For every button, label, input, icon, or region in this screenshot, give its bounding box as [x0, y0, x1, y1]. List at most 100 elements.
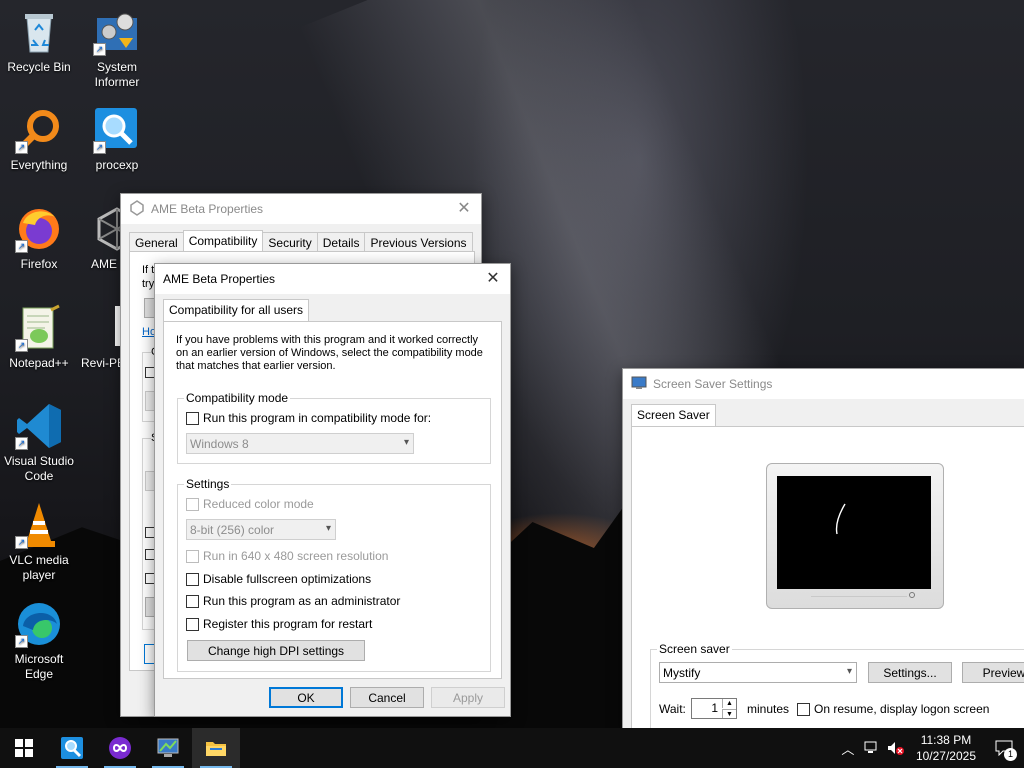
- stepper-up-icon[interactable]: ▲: [722, 699, 736, 708]
- desktop-icon-system-informer[interactable]: ↗ System Informer: [79, 8, 155, 90]
- screen-saver-group: Screen saver Mystify ▾ Settings... Previ…: [650, 642, 1024, 728]
- screen-saver-group-title: Screen saver: [657, 642, 732, 656]
- ok-button[interactable]: OK: [269, 687, 343, 708]
- close-icon[interactable]: ✕: [453, 198, 475, 220]
- screen-saver-window[interactable]: Screen Saver Settings Screen Saver Scree…: [622, 368, 1024, 728]
- notification-count-badge: 1: [1004, 748, 1017, 761]
- compat-mode-checkbox-label: Run this program in compatibility mode f…: [203, 411, 432, 425]
- recycle-bin-icon: [15, 8, 63, 56]
- change-dpi-button[interactable]: Change high DPI settings: [187, 640, 365, 661]
- desktop-icon-label: System Informer: [94, 60, 140, 89]
- screen-saver-titlebar[interactable]: Screen Saver Settings: [623, 369, 1024, 399]
- desktop-icon-label: Firefox: [20, 257, 58, 271]
- reduced-color-checkbox[interactable]: [186, 497, 199, 511]
- run-admin-row[interactable]: Run this program as an administrator: [186, 594, 400, 608]
- compat-mode-select-value: Windows 8: [190, 436, 249, 451]
- desktop-icon-label: VLC media player: [9, 553, 69, 582]
- reduced-color-row[interactable]: Reduced color mode: [186, 497, 314, 511]
- taskbar: ︿ 11:38 PM 10/27/2025 1: [0, 728, 1024, 768]
- compat-mode-checkbox[interactable]: [186, 411, 199, 425]
- run-admin-label: Run this program as an administrator: [203, 594, 401, 608]
- desktop-icon-label: Recycle Bin: [7, 60, 71, 74]
- screen-saver-title: Screen Saver Settings: [653, 377, 773, 391]
- chevron-down-icon: ▾: [846, 666, 852, 677]
- tab-screen-saver[interactable]: Screen Saver: [631, 404, 716, 427]
- compat-mode-group-title: Compatibility mode: [184, 391, 291, 405]
- desktop-icon-label: Notepad++: [9, 356, 69, 370]
- color-mode-select[interactable]: 8-bit (256) color ▾: [186, 519, 336, 540]
- monitor-stand: [811, 596, 907, 602]
- tab-compatibility[interactable]: Compatibility: [182, 230, 264, 253]
- resume-logon-row[interactable]: On resume, display logon screen: [797, 702, 989, 716]
- taskbar-ame[interactable]: [96, 728, 144, 768]
- res-640-checkbox[interactable]: [186, 549, 199, 563]
- apply-button[interactable]: Apply: [431, 687, 505, 708]
- resume-logon-checkbox[interactable]: [797, 702, 810, 716]
- desktop-icon-vlc[interactable]: ↗ VLC media player: [1, 501, 77, 583]
- desktop-icon-vscode[interactable]: ↗ Visual Studio Code: [1, 402, 77, 484]
- reduced-color-label: Reduced color mode: [203, 497, 314, 511]
- screen-saver-preview-button[interactable]: Preview: [962, 662, 1024, 683]
- edge-icon: ↗: [15, 600, 63, 648]
- screen-saver-app-icon: [631, 375, 647, 394]
- vscode-icon: ↗: [15, 402, 63, 450]
- back-window-titlebar[interactable]: AME Beta Properties ✕: [121, 194, 481, 224]
- tab-compatibility-all-users[interactable]: Compatibility for all users: [163, 299, 310, 322]
- screen-saver-settings-button[interactable]: Settings...: [868, 662, 952, 683]
- cancel-button[interactable]: Cancel: [350, 687, 424, 708]
- wait-minutes-value: 1: [711, 701, 718, 715]
- clock[interactable]: 11:38 PM 10/27/2025: [908, 732, 984, 764]
- partial-text: try: [142, 278, 155, 290]
- res-640-row[interactable]: Run in 640 x 480 screen resolution: [186, 549, 388, 563]
- desktop-icon-procexp[interactable]: ↗ procexp: [79, 106, 155, 173]
- shortcut-arrow-icon: ↗: [15, 536, 28, 549]
- taskbar-system-settings[interactable]: [144, 728, 192, 768]
- taskbar-file-explorer[interactable]: [192, 728, 240, 768]
- wait-minutes-input[interactable]: 1 ▲ ▼: [691, 698, 737, 719]
- screen-saver-panel: Screen saver Mystify ▾ Settings... Previ…: [631, 426, 1024, 728]
- compat-intro-text: If you have problems with this program a…: [176, 334, 483, 372]
- screen-saver-select-value: Mystify: [663, 665, 701, 680]
- dialog-title: AME Beta Properties: [163, 272, 276, 286]
- taskbar-procexp[interactable]: [48, 728, 96, 768]
- resume-logon-label: On resume, display logon screen: [814, 702, 990, 716]
- screen-saver-select[interactable]: Mystify ▾: [659, 662, 857, 683]
- desktop-icon-label: procexp: [95, 158, 139, 172]
- settings-group-title: Settings: [184, 477, 232, 491]
- disable-fullscreen-row[interactable]: Disable fullscreen optimizations: [186, 572, 371, 586]
- start-button[interactable]: [0, 728, 48, 768]
- dialog-titlebar[interactable]: AME Beta Properties ✕: [155, 264, 510, 294]
- desktop-icon-everything[interactable]: ↗ Everything: [1, 106, 77, 173]
- desktop-icon-edge[interactable]: ↗ Microsoft Edge: [1, 600, 77, 682]
- res-640-label: Run in 640 x 480 screen resolution: [203, 549, 389, 563]
- system-tray: ︿ 11:38 PM 10/27/2025 1: [836, 728, 1024, 768]
- stepper-down-icon[interactable]: ▼: [722, 709, 736, 718]
- desktop-icon-firefox[interactable]: ↗ Firefox: [1, 205, 77, 272]
- ame-app-icon: [129, 199, 145, 219]
- clock-time: 11:38 PM: [920, 733, 972, 747]
- compat-mode-checkbox-row[interactable]: Run this program in compatibility mode f…: [186, 411, 431, 425]
- run-admin-checkbox[interactable]: [186, 594, 199, 608]
- chevron-up-icon[interactable]: ︿: [836, 728, 860, 768]
- desktop-icon-recycle-bin[interactable]: Recycle Bin: [1, 8, 77, 75]
- settings-group: Settings Reduced color mode 8-bit (256) …: [177, 477, 491, 672]
- network-icon[interactable]: [860, 728, 884, 768]
- register-restart-row[interactable]: Register this program for restart: [186, 617, 372, 631]
- register-restart-checkbox[interactable]: [186, 617, 199, 631]
- system-informer-icon: ↗: [93, 8, 141, 56]
- power-icon: [909, 592, 915, 598]
- system-settings-icon: [157, 738, 179, 757]
- close-icon[interactable]: ✕: [482, 268, 504, 290]
- preview-screen: [777, 476, 931, 589]
- firefox-icon: ↗: [15, 205, 63, 253]
- desktop-icon-notepadpp[interactable]: ↗ Notepad++: [1, 304, 77, 371]
- notification-center-icon[interactable]: 1: [984, 728, 1024, 768]
- disable-fullscreen-checkbox[interactable]: [186, 572, 199, 586]
- compat-all-users-dialog[interactable]: AME Beta Properties ✕ Compatibility for …: [154, 263, 511, 717]
- clock-date: 10/27/2025: [915, 749, 976, 763]
- compat-mode-group: Compatibility mode Run this program in c…: [177, 391, 491, 464]
- compat-mode-select[interactable]: Windows 8 ▾: [186, 433, 414, 454]
- everything-search-icon: ↗: [15, 106, 63, 154]
- shortcut-arrow-icon: ↗: [15, 240, 28, 253]
- volume-muted-icon[interactable]: [884, 728, 908, 768]
